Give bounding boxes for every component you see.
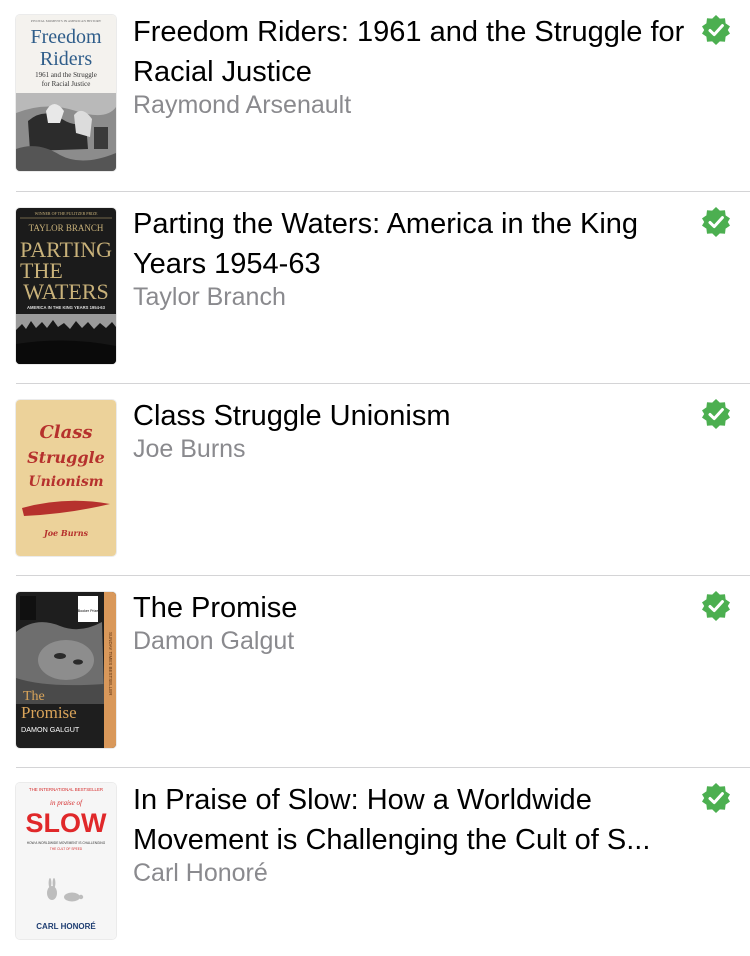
book-cover: PIVOTAL MOMENTS IN AMERICAN HISTORY Free… (16, 15, 116, 171)
cover-photo (16, 93, 116, 171)
cover-title-line1: in praise of (50, 799, 83, 807)
book-list: PIVOTAL MOMENTS IN AMERICAN HISTORY Free… (0, 0, 750, 956)
cover-subtitle-line2: for Racial Justice (42, 80, 91, 88)
book-author: Damon Galgut (133, 627, 295, 655)
checkmark-seal-icon (702, 207, 730, 237)
book-author: Raymond Arsenault (133, 91, 352, 119)
cover-subtitle: AMERICA IN THE KING YEARS 1954-63 (27, 305, 106, 310)
cover-title-line3: Unionism (28, 474, 103, 490)
cover-author: DAMON GALGUT (21, 725, 80, 734)
cover-subtitle-line2: THE CULT OF SPEED (50, 847, 83, 851)
book-row-class-struggle-unionism[interactable]: Class Struggle Unionism Joe Burns Class … (0, 384, 750, 576)
book-row-parting-the-waters[interactable]: WINNER OF THE PULITZER PRIZE TAYLOR BRAN… (0, 192, 750, 384)
book-title: The Promise (133, 592, 298, 624)
cover-title-line1: Freedom (30, 26, 102, 48)
book-title: In Praise of Slow: How a Worldwide Movem… (133, 784, 651, 856)
cover-subtitle-line1: 1961 and the Struggle (35, 71, 97, 79)
cover-photo (16, 314, 116, 364)
cover-title-line1: The (23, 689, 45, 704)
checkmark-seal-icon (702, 399, 730, 429)
cover-title-line2: Struggle (27, 448, 105, 467)
book-cover: SUNDAY TIMES BESTSELLER Booker Prize The… (16, 592, 116, 748)
checkmark-seal-icon (702, 591, 730, 621)
book-title: Class Struggle Unionism (133, 400, 451, 432)
book-title: Parting the Waters: America in the King … (133, 208, 639, 280)
cover-title-line1: Class (39, 422, 92, 443)
book-cover: WINNER OF THE PULITZER PRIZE TAYLOR BRAN… (16, 208, 116, 364)
cover-kicker: PIVOTAL MOMENTS IN AMERICAN HISTORY (31, 19, 102, 23)
book-row-freedom-riders[interactable]: PIVOTAL MOMENTS IN AMERICAN HISTORY Free… (0, 0, 750, 192)
book-row-the-promise[interactable]: SUNDAY TIMES BESTSELLER Booker Prize The… (0, 576, 750, 768)
cover-title-line3: WATERS (23, 279, 109, 304)
book-author: Carl Honoré (133, 859, 268, 887)
cover-title-line2: Riders (40, 48, 92, 70)
cover-kicker: THE INTERNATIONAL BESTSELLER (29, 787, 103, 792)
cover-title-line2: SLOW (26, 808, 108, 838)
cover-spine-text: SUNDAY TIMES BESTSELLER (108, 632, 113, 696)
cover-kicker: WINNER OF THE PULITZER PRIZE (35, 211, 98, 216)
checkmark-seal-icon (702, 15, 730, 45)
cover-author: Joe Burns (42, 528, 89, 538)
cover-award-label: Booker Prize (78, 609, 99, 613)
book-cover: Class Struggle Unionism Joe Burns (16, 400, 116, 556)
cover-title-line2: Promise (21, 703, 77, 722)
cover-subtitle-line1: HOW A WORLDWIDE MOVEMENT IS CHALLENGING (27, 841, 106, 845)
book-title: Freedom Riders: 1961 and the Struggle fo… (133, 16, 685, 88)
cover-author: TAYLOR BRANCH (29, 223, 104, 233)
checkmark-seal-icon (702, 783, 730, 813)
book-row-in-praise-of-slow[interactable]: THE INTERNATIONAL BESTSELLER in praise o… (0, 768, 750, 956)
cover-author: CARL HONORÉ (36, 922, 96, 931)
book-author: Taylor Branch (133, 283, 286, 311)
book-author: Joe Burns (133, 435, 246, 463)
book-cover: THE INTERNATIONAL BESTSELLER in praise o… (16, 783, 116, 939)
